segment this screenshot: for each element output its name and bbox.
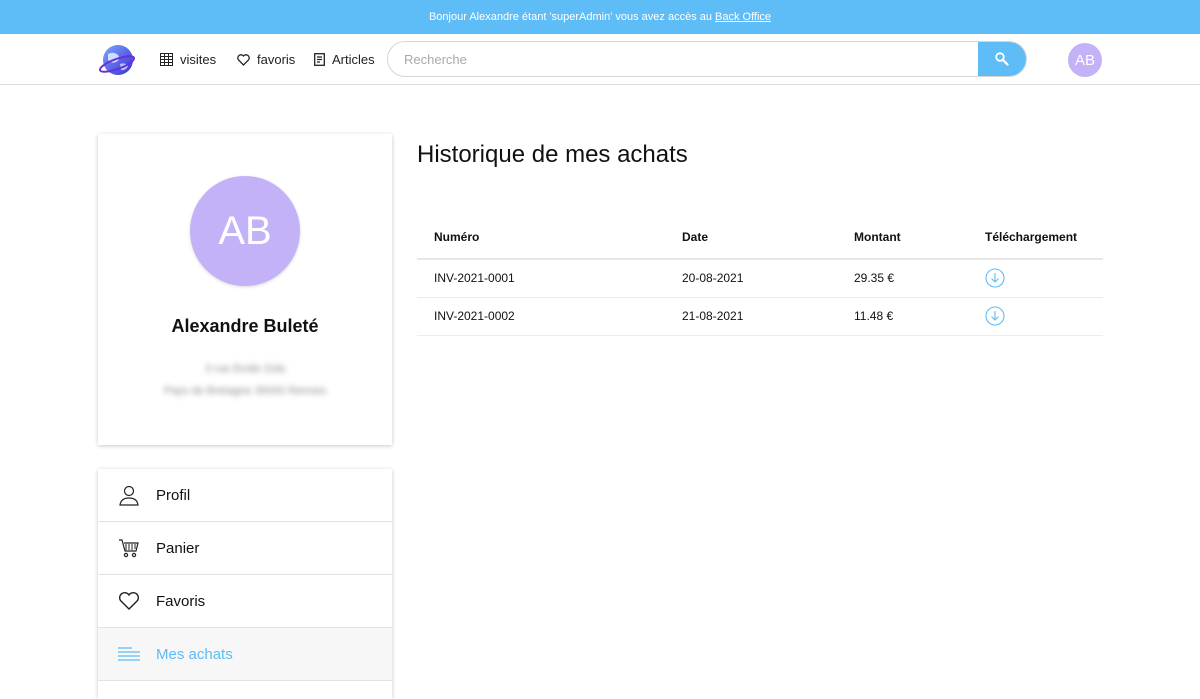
nav-visites[interactable]: visites — [160, 52, 216, 67]
page-title: Historique de mes achats — [417, 141, 688, 168]
column-header-date: Date — [665, 215, 837, 260]
user-avatar-button[interactable]: AB — [1068, 43, 1102, 77]
back-office-link[interactable]: Back Office — [715, 11, 771, 23]
banner-text: Bonjour Alexandre étant 'superAdmin' vou… — [428, 11, 712, 23]
invoice-amount: 29.35 € — [837, 259, 968, 298]
download-icon[interactable] — [985, 268, 1005, 288]
nav-visites-label: visites — [180, 52, 217, 67]
menu-item-profil[interactable]: Profil — [98, 469, 392, 522]
menu-item-favoris-label: Favoris — [156, 592, 206, 610]
search-icon — [995, 52, 1009, 66]
table-header-row: Numéro Date Montant Téléchargement — [417, 215, 1103, 260]
invoice-date: 21-08-2021 — [665, 297, 837, 336]
nav-articles-label: Articles — [332, 52, 375, 67]
heart-icon — [118, 590, 140, 612]
invoice-number: INV-2021-0001 — [417, 259, 665, 298]
menu-item-profil-label: Profil — [156, 486, 191, 504]
menu-item-panier-label: Panier — [156, 539, 200, 557]
calendar-grid-icon — [160, 53, 173, 66]
profile-avatar: AB — [190, 176, 300, 286]
document-icon — [314, 53, 325, 66]
download-icon[interactable] — [985, 306, 1005, 326]
admin-banner: Bonjour Alexandre étant 'superAdmin' vou… — [0, 0, 1200, 34]
cart-icon — [118, 537, 140, 559]
invoice-amount: 11.48 € — [837, 297, 968, 336]
nav-favoris[interactable]: favoris — [237, 52, 295, 67]
menu-item-panier[interactable]: Panier — [98, 522, 392, 575]
column-header-montant: Montant — [837, 215, 968, 260]
menu-item-favoris[interactable]: Favoris — [98, 575, 392, 628]
table-row: INV-2021-0001 20-08-2021 29.35 € — [417, 259, 1103, 298]
globe-logo-icon[interactable] — [98, 42, 136, 78]
list-icon — [118, 643, 140, 665]
profile-address-line1: 3 rue Emile Zola — [204, 363, 286, 375]
profile-card: AB Alexandre Buleté 3 rue Emile Zola Pay… — [98, 134, 392, 445]
nav-favoris-label: favoris — [257, 52, 296, 67]
search-bar — [387, 41, 1027, 77]
column-header-numero: Numéro — [417, 215, 665, 260]
top-navbar: visites favoris Articles AB — [0, 34, 1200, 85]
search-button[interactable] — [978, 42, 1026, 76]
user-icon — [118, 484, 140, 506]
profile-name: Alexandre Buleté — [171, 316, 319, 336]
invoice-table: Numéro Date Montant Téléchargement INV-2… — [417, 215, 1103, 336]
menu-item-mes-achats[interactable]: Mes achats — [98, 628, 392, 681]
search-input[interactable] — [388, 42, 978, 76]
invoice-download-cell — [968, 297, 1103, 336]
menu-item-mes-achats-label: Mes achats — [156, 645, 233, 663]
profile-address-line2: Pays de Bretagne 35000 Rennes — [163, 385, 327, 397]
invoice-download-cell — [968, 259, 1103, 298]
invoice-number: INV-2021-0002 — [417, 297, 665, 336]
column-header-telechargement: Téléchargement — [968, 215, 1103, 260]
nav-articles[interactable]: Articles — [314, 52, 375, 67]
account-menu: Profil Panier Favoris Mes achats — [98, 469, 392, 699]
invoice-date: 20-08-2021 — [665, 259, 837, 298]
heart-icon — [237, 53, 250, 66]
table-row: INV-2021-0002 21-08-2021 11.48 € — [417, 297, 1103, 336]
